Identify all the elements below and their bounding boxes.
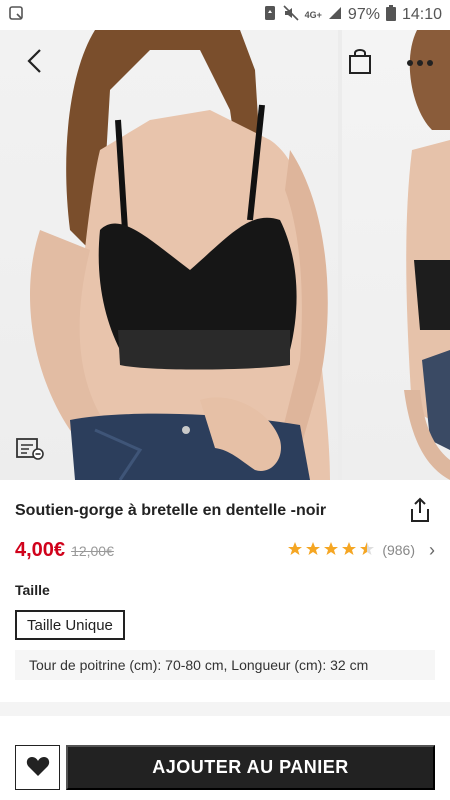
size-label: Taille bbox=[15, 582, 50, 598]
prices: 4,00€ 12,00€ bbox=[15, 539, 114, 562]
star-rating bbox=[288, 541, 376, 559]
size-option-unique[interactable]: Taille Unique bbox=[15, 610, 125, 640]
product-image[interactable] bbox=[0, 30, 338, 480]
product-image-gallery[interactable] bbox=[0, 30, 450, 480]
rating[interactable]: (986) › bbox=[288, 540, 435, 561]
review-count: (986) bbox=[382, 542, 415, 558]
signal-icon bbox=[328, 6, 342, 25]
data-saver-icon bbox=[263, 5, 277, 26]
wishlist-button[interactable] bbox=[15, 745, 60, 790]
sale-price: 4,00€ bbox=[15, 538, 66, 561]
next-product-image[interactable] bbox=[342, 30, 450, 480]
notification-icon bbox=[8, 5, 24, 26]
size-guide-icon bbox=[15, 437, 45, 464]
status-right: 4G+ 97% 14:10 bbox=[263, 4, 442, 26]
title-row: Soutien-gorge à bretelle en dentelle -no… bbox=[15, 496, 435, 526]
clock: 14:10 bbox=[401, 6, 442, 23]
battery-level: 97% bbox=[347, 6, 380, 23]
status-bar: 4G+ 97% 14:10 bbox=[0, 0, 450, 30]
price-row: 4,00€ 12,00€ (986) › bbox=[15, 536, 435, 564]
more-options-button[interactable] bbox=[398, 42, 442, 82]
add-to-cart-button[interactable]: AJOUTER AU PANIER bbox=[66, 745, 435, 790]
bottom-action-bar: AJOUTER AU PANIER bbox=[0, 730, 450, 800]
mute-icon bbox=[283, 4, 299, 26]
size-measurements: Tour de poitrine (cm): 70-80 cm, Longueu… bbox=[15, 650, 435, 680]
battery-icon bbox=[385, 4, 396, 26]
share-icon bbox=[408, 497, 432, 526]
network-type: 4G+ bbox=[304, 9, 322, 20]
original-price: 12,00€ bbox=[71, 542, 114, 559]
product-title: Soutien-gorge à bretelle en dentelle -no… bbox=[15, 502, 327, 519]
section-divider bbox=[0, 702, 450, 716]
more-icon bbox=[406, 55, 434, 70]
chevron-right-icon: › bbox=[429, 539, 435, 560]
cart-button[interactable] bbox=[340, 42, 380, 82]
size-guide-button[interactable] bbox=[12, 434, 48, 466]
share-button[interactable] bbox=[405, 496, 435, 526]
back-button[interactable] bbox=[14, 42, 54, 82]
shopping-bag-icon bbox=[348, 47, 372, 78]
back-icon bbox=[24, 47, 44, 78]
heart-icon bbox=[26, 755, 50, 780]
status-left bbox=[8, 5, 24, 26]
